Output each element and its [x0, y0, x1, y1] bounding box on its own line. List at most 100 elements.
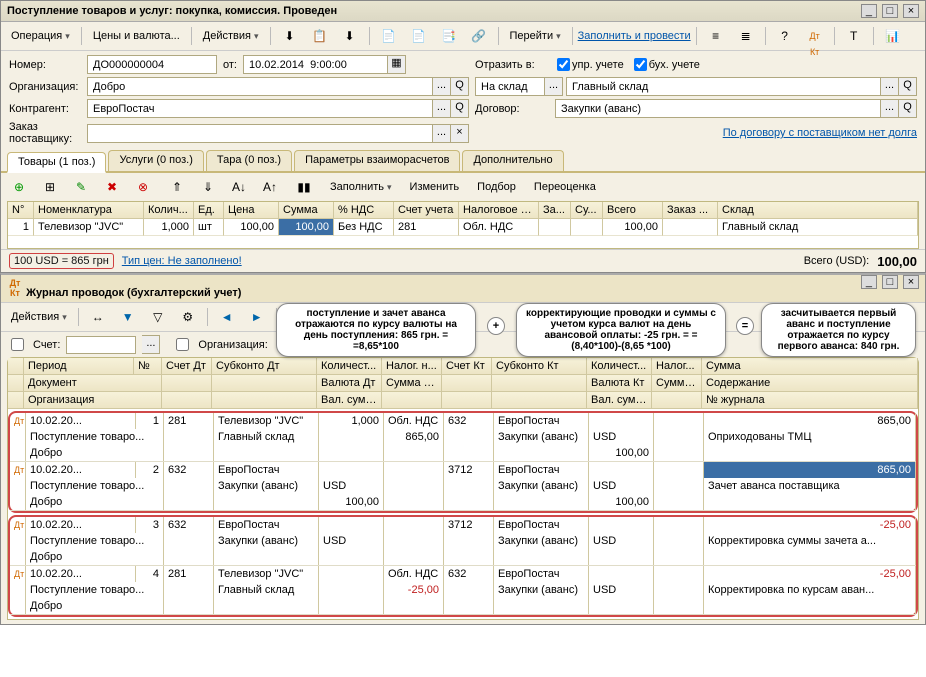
jcol-org[interactable]: Организация	[24, 392, 162, 409]
warehouse-input[interactable]	[566, 77, 881, 96]
j-settings-icon[interactable]: ⚙	[174, 306, 202, 328]
date-picker-button[interactable]: ▦	[388, 55, 406, 74]
base-doc-icon[interactable]: 📄	[405, 25, 433, 47]
col-unit[interactable]: Ед.	[194, 202, 224, 219]
move-up-icon[interactable]: ⇑	[163, 176, 191, 198]
j-actions-menu[interactable]: Действия	[5, 308, 73, 326]
col-order[interactable]: Заказ ...	[663, 202, 718, 219]
col-qty[interactable]: Колич...	[144, 202, 194, 219]
jcol-n[interactable]: №	[134, 358, 162, 375]
debt-link[interactable]: По договору с поставщиком нет долга	[723, 127, 917, 139]
copy-row-icon[interactable]: ⊞	[36, 176, 64, 198]
jcol-qty[interactable]: Количест...	[317, 358, 382, 375]
jcol-sumnu[interactable]: Сумма (н/у) Дт	[382, 375, 442, 392]
col-acc[interactable]: Счет учета	[394, 202, 459, 219]
jcol-accdt[interactable]: Счет Дт	[162, 358, 212, 375]
col-price[interactable]: Цена	[224, 202, 279, 219]
acc-filter-pick[interactable]: ...	[142, 335, 160, 354]
edit-row-icon[interactable]: ✎	[67, 176, 95, 198]
tab-settlements[interactable]: Параметры взаиморасчетов	[294, 150, 460, 171]
reval-button[interactable]: Переоценка	[528, 178, 602, 196]
print-icon[interactable]: 📄	[375, 25, 403, 47]
delete-row-icon[interactable]: ✖	[98, 176, 126, 198]
contract-open-button[interactable]: Q	[899, 99, 917, 118]
acc-filter-input[interactable]	[66, 336, 136, 354]
fill-menu[interactable]: Заполнить	[324, 178, 398, 196]
tab-additional[interactable]: Дополнительно	[462, 150, 563, 171]
org-filter-checkbox[interactable]	[176, 338, 189, 351]
wh-type-input[interactable]	[475, 77, 545, 96]
operation-menu[interactable]: Операция	[5, 27, 76, 45]
jcol-valsum2[interactable]: Вал. сумм...	[587, 392, 652, 409]
tab-services[interactable]: Услуги (0 поз.)	[108, 150, 203, 171]
journal-entry[interactable]: Дт Кт10.02.20...3632ЕвроПостач3712ЕвроПо…	[10, 517, 916, 533]
edit-button[interactable]: Изменить	[404, 178, 466, 196]
jcol-subdt[interactable]: Субконто Дт	[212, 358, 317, 375]
minimize-button[interactable]: _	[861, 4, 877, 18]
sort-desc-icon[interactable]: A↑	[256, 176, 284, 198]
acc-filter-checkbox[interactable]	[11, 338, 24, 351]
goto-menu[interactable]: Перейти	[504, 27, 567, 45]
jcol-tax[interactable]: Налог. н...	[382, 358, 442, 375]
jcol-content[interactable]: Содержание	[702, 375, 918, 392]
col-wh[interactable]: Склад	[718, 202, 918, 219]
journal-entry[interactable]: Дт Кт10.02.20...4281Телевизор "JVC"Обл. …	[10, 566, 916, 582]
list-icon[interactable]: ≡	[702, 25, 730, 47]
move-down-icon[interactable]: ⇓	[194, 176, 222, 198]
org-pick-button[interactable]: ...	[433, 77, 451, 96]
jcol-valdt[interactable]: Валюта Дт	[317, 375, 382, 392]
wh-type-pick[interactable]: ...	[545, 77, 563, 96]
settings-icon[interactable]: ≣	[732, 25, 760, 47]
jcol-doc[interactable]: Документ	[24, 375, 162, 392]
barcode-icon[interactable]: ▮▮	[290, 176, 318, 198]
journal-entry[interactable]: Дт Кт10.02.20...1281Телевизор "JVC"1,000…	[10, 413, 916, 429]
acc-acc-checkbox[interactable]	[634, 58, 647, 71]
report-icon[interactable]: 📊	[879, 25, 907, 47]
col-za[interactable]: За...	[539, 202, 571, 219]
j-prev-icon[interactable]: ◄	[213, 306, 241, 328]
org-open-button[interactable]: Q	[451, 77, 469, 96]
struct-icon[interactable]: 🔗	[465, 25, 493, 47]
mark-row-icon[interactable]: ⊗	[129, 176, 157, 198]
date-input[interactable]	[243, 55, 388, 74]
fill-and-post-link[interactable]: Заполнить и провести	[578, 30, 691, 42]
t-icon[interactable]: T	[840, 25, 868, 47]
jcol-valsum[interactable]: Вал. сум....	[317, 392, 382, 409]
col-vat[interactable]: % НДС	[334, 202, 394, 219]
select-button[interactable]: Подбор	[471, 178, 522, 196]
journal-entry[interactable]: Дт Кт10.02.20...2632ЕвроПостач3712ЕвроПо…	[10, 462, 916, 478]
sort-asc-icon[interactable]: A↓	[225, 176, 253, 198]
contract-input[interactable]	[555, 99, 881, 118]
contr-input[interactable]	[87, 99, 433, 118]
order-pick-button[interactable]: ...	[433, 124, 451, 143]
order-clear-button[interactable]: ×	[451, 124, 469, 143]
jcol-acckt[interactable]: Счет Кт	[442, 358, 492, 375]
contr-pick-button[interactable]: ...	[433, 99, 451, 118]
wh-pick-button[interactable]: ...	[881, 77, 899, 96]
post-icon[interactable]: ⬇	[276, 25, 304, 47]
grid-row-1[interactable]: 1 Телевизор "JVC" 1,000 шт 100,00 100,00…	[8, 219, 918, 236]
j-filter-icon[interactable]: ▼	[114, 306, 142, 328]
actions-menu[interactable]: Действия	[197, 27, 265, 45]
save-icon[interactable]: 📋	[306, 25, 334, 47]
add-row-icon[interactable]: ⊕	[5, 176, 33, 198]
col-nom[interactable]: Номенклатура	[34, 202, 144, 219]
prices-currency-button[interactable]: Цены и валюта...	[87, 27, 186, 45]
post-close-icon[interactable]: ⬇	[336, 25, 364, 47]
mgmt-acc-checkbox[interactable]	[557, 58, 570, 71]
col-total[interactable]: Всего	[603, 202, 663, 219]
create-based-icon[interactable]: 📑	[435, 25, 463, 47]
maximize-button[interactable]: □	[882, 4, 898, 18]
j-clear-filter-icon[interactable]: ▽	[144, 306, 172, 328]
col-su[interactable]: Су...	[571, 202, 603, 219]
jcol-tax2[interactable]: Налог...	[652, 358, 702, 375]
org-input[interactable]	[87, 77, 433, 96]
wh-open-button[interactable]: Q	[899, 77, 917, 96]
col-n[interactable]: N°	[8, 202, 34, 219]
order-input[interactable]	[87, 124, 433, 143]
close-button[interactable]: ×	[903, 4, 919, 18]
j-next-icon[interactable]: ►	[243, 306, 271, 328]
jcol-period[interactable]: Период	[24, 358, 134, 375]
number-input[interactable]	[87, 55, 217, 74]
j-close[interactable]: ×	[903, 275, 919, 289]
